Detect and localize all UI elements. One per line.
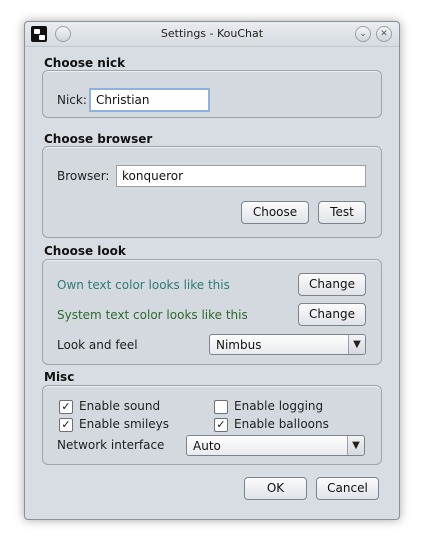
cancel-button[interactable]: Cancel — [316, 477, 379, 500]
nick-label: Nick: — [57, 93, 87, 107]
look-and-feel-label: Look and feel — [57, 338, 138, 352]
network-interface-label: Network interface — [57, 438, 165, 452]
misc-panel: ✓ Enable sound Enable logging ✓ Enable s… — [42, 385, 382, 465]
checkbox-label: Enable balloons — [234, 417, 329, 431]
settings-window: Settings - KouChat ⌄ ✕ Choose nick Nick:… — [24, 21, 400, 520]
close-icon[interactable]: ✕ — [376, 26, 392, 42]
checkbox-icon[interactable]: ✓ — [59, 400, 73, 414]
dropdown-arrow-icon[interactable]: ▼ — [348, 335, 365, 354]
look-and-feel-value: Nimbus — [216, 338, 262, 352]
nick-section-title: Choose nick — [44, 56, 126, 70]
browser-label: Browser: — [57, 169, 110, 183]
checkbox-icon[interactable]: ✓ — [214, 418, 228, 432]
browser-input[interactable] — [116, 165, 366, 187]
checkbox-label: Enable smileys — [79, 417, 170, 431]
checkbox-icon[interactable]: ✓ — [59, 418, 73, 432]
ok-button[interactable]: OK — [244, 477, 307, 500]
own-text-color-sample: Own text color looks like this — [57, 278, 230, 292]
choose-browser-button[interactable]: Choose — [241, 201, 309, 224]
misc-section-title: Misc — [44, 370, 75, 384]
minimize-icon[interactable]: ⌄ — [355, 26, 371, 42]
titlebar[interactable]: Settings - KouChat ⌄ ✕ — [25, 22, 399, 47]
system-text-color-sample: System text color looks like this — [57, 308, 248, 322]
checkbox-label: Enable sound — [79, 399, 161, 413]
checkbox-icon[interactable] — [214, 400, 228, 414]
look-section-title: Choose look — [44, 244, 126, 258]
browser-panel: Browser: Choose Test — [42, 146, 382, 238]
change-own-color-button[interactable]: Change — [298, 273, 366, 296]
dropdown-arrow-icon[interactable]: ▼ — [347, 436, 364, 455]
nick-panel: Nick: — [42, 70, 382, 118]
browser-section-title: Choose browser — [44, 132, 153, 146]
look-and-feel-select[interactable]: Nimbus ▼ — [209, 334, 366, 355]
nick-input[interactable] — [89, 88, 210, 112]
look-panel: Own text color looks like this Change Sy… — [42, 259, 382, 365]
network-interface-select[interactable]: Auto ▼ — [186, 435, 365, 456]
change-system-color-button[interactable]: Change — [298, 303, 366, 326]
window-title: Settings - KouChat — [160, 27, 264, 40]
network-interface-value: Auto — [193, 439, 221, 453]
checkbox-label: Enable logging — [234, 399, 324, 413]
test-browser-button[interactable]: Test — [318, 201, 366, 224]
